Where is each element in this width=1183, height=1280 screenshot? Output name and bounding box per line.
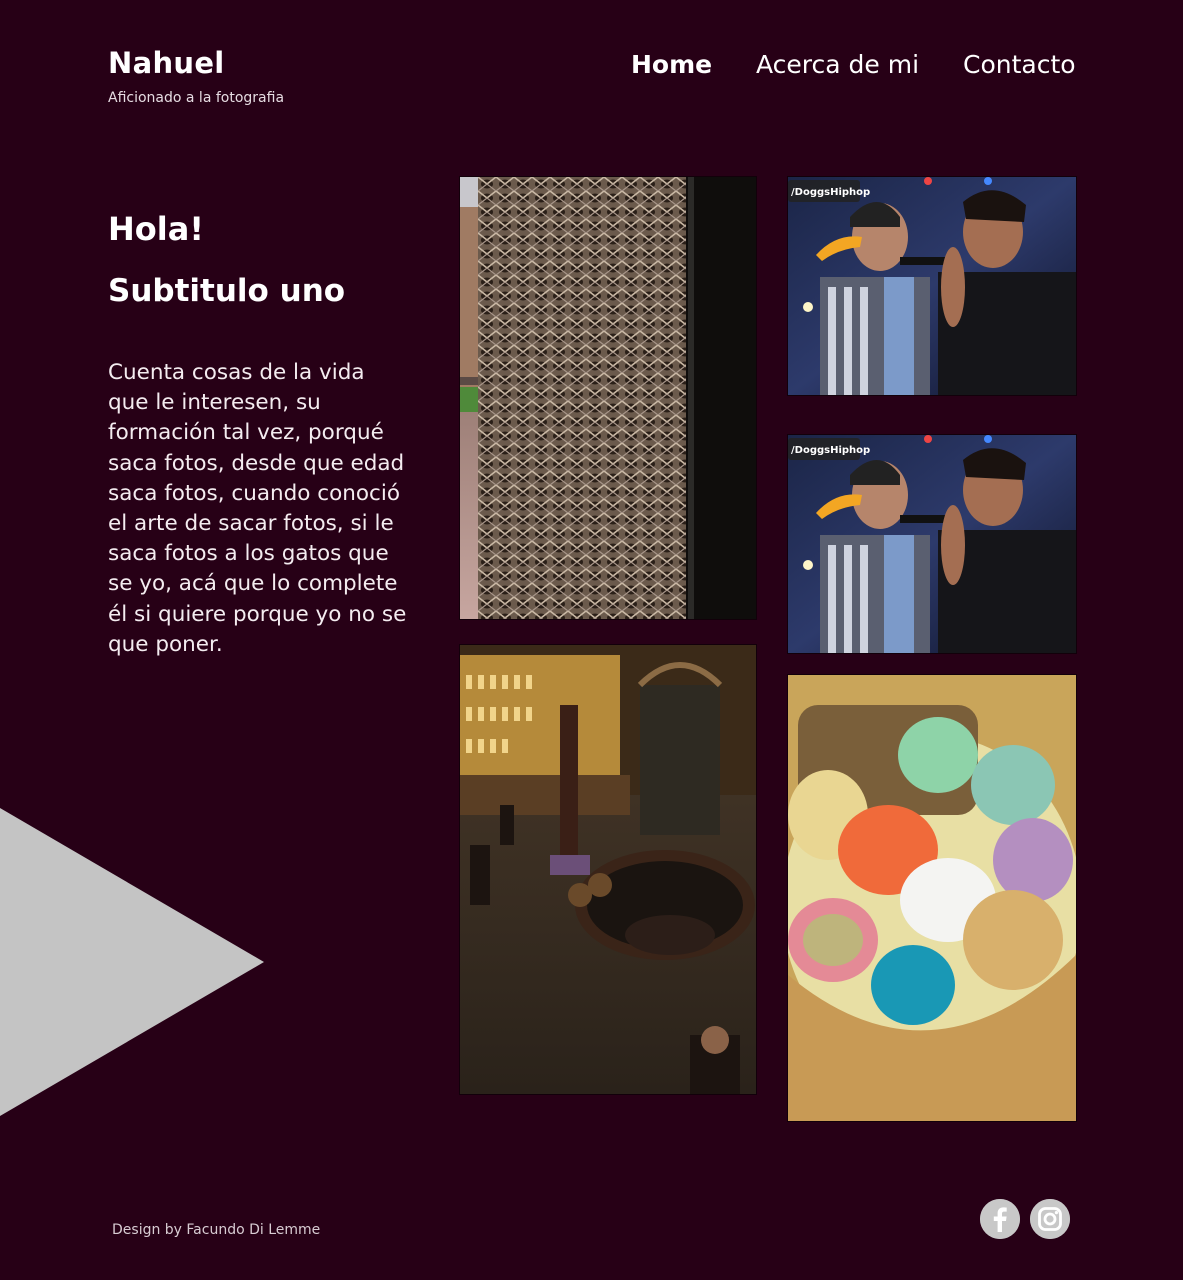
photo-bar-interior[interactable] — [459, 644, 757, 1095]
main-nav: Home Acerca de mi Contacto — [620, 50, 1076, 86]
nav-home-link[interactable]: Home — [631, 50, 712, 79]
photo-freestyle-battle-1-image: /DoggsHiphop — [788, 177, 1076, 395]
instagram-icon[interactable] — [1030, 1199, 1070, 1239]
photo-watermark: /DoggsHiphop — [791, 445, 870, 456]
decorative-triangle — [0, 808, 264, 1116]
nav-about-link[interactable]: Acerca de mi — [756, 50, 919, 79]
hero-title: Hola! — [108, 210, 204, 248]
photo-crochet-curtain-image — [460, 177, 756, 619]
hero-text: Cuenta cosas de la vida que le interesen… — [108, 360, 407, 657]
footer-credit: Design by Facundo Di Lemme — [112, 1222, 321, 1238]
photo-watermark: /DoggsHiphop — [791, 187, 870, 198]
photo-bar-interior-image — [460, 645, 756, 1094]
brand-tagline: Aficionado a la fotografia — [108, 90, 285, 106]
photo-freestyle-battle-2-image: /DoggsHiphop — [788, 435, 1076, 653]
photo-crochet-curtain[interactable] — [459, 176, 757, 620]
facebook-icon[interactable] — [980, 1199, 1020, 1239]
photo-yarn-basket[interactable] — [787, 674, 1077, 1122]
photo-freestyle-battle-2[interactable]: /DoggsHiphop — [787, 434, 1077, 654]
brand-name[interactable]: Nahuel — [108, 46, 225, 80]
photo-yarn-basket-image — [788, 675, 1076, 1121]
photo-freestyle-battle-1[interactable]: /DoggsHiphop — [787, 176, 1077, 396]
hero-subtitle: Subtitulo uno — [108, 273, 346, 309]
nav-contact-link[interactable]: Contacto — [963, 50, 1076, 79]
